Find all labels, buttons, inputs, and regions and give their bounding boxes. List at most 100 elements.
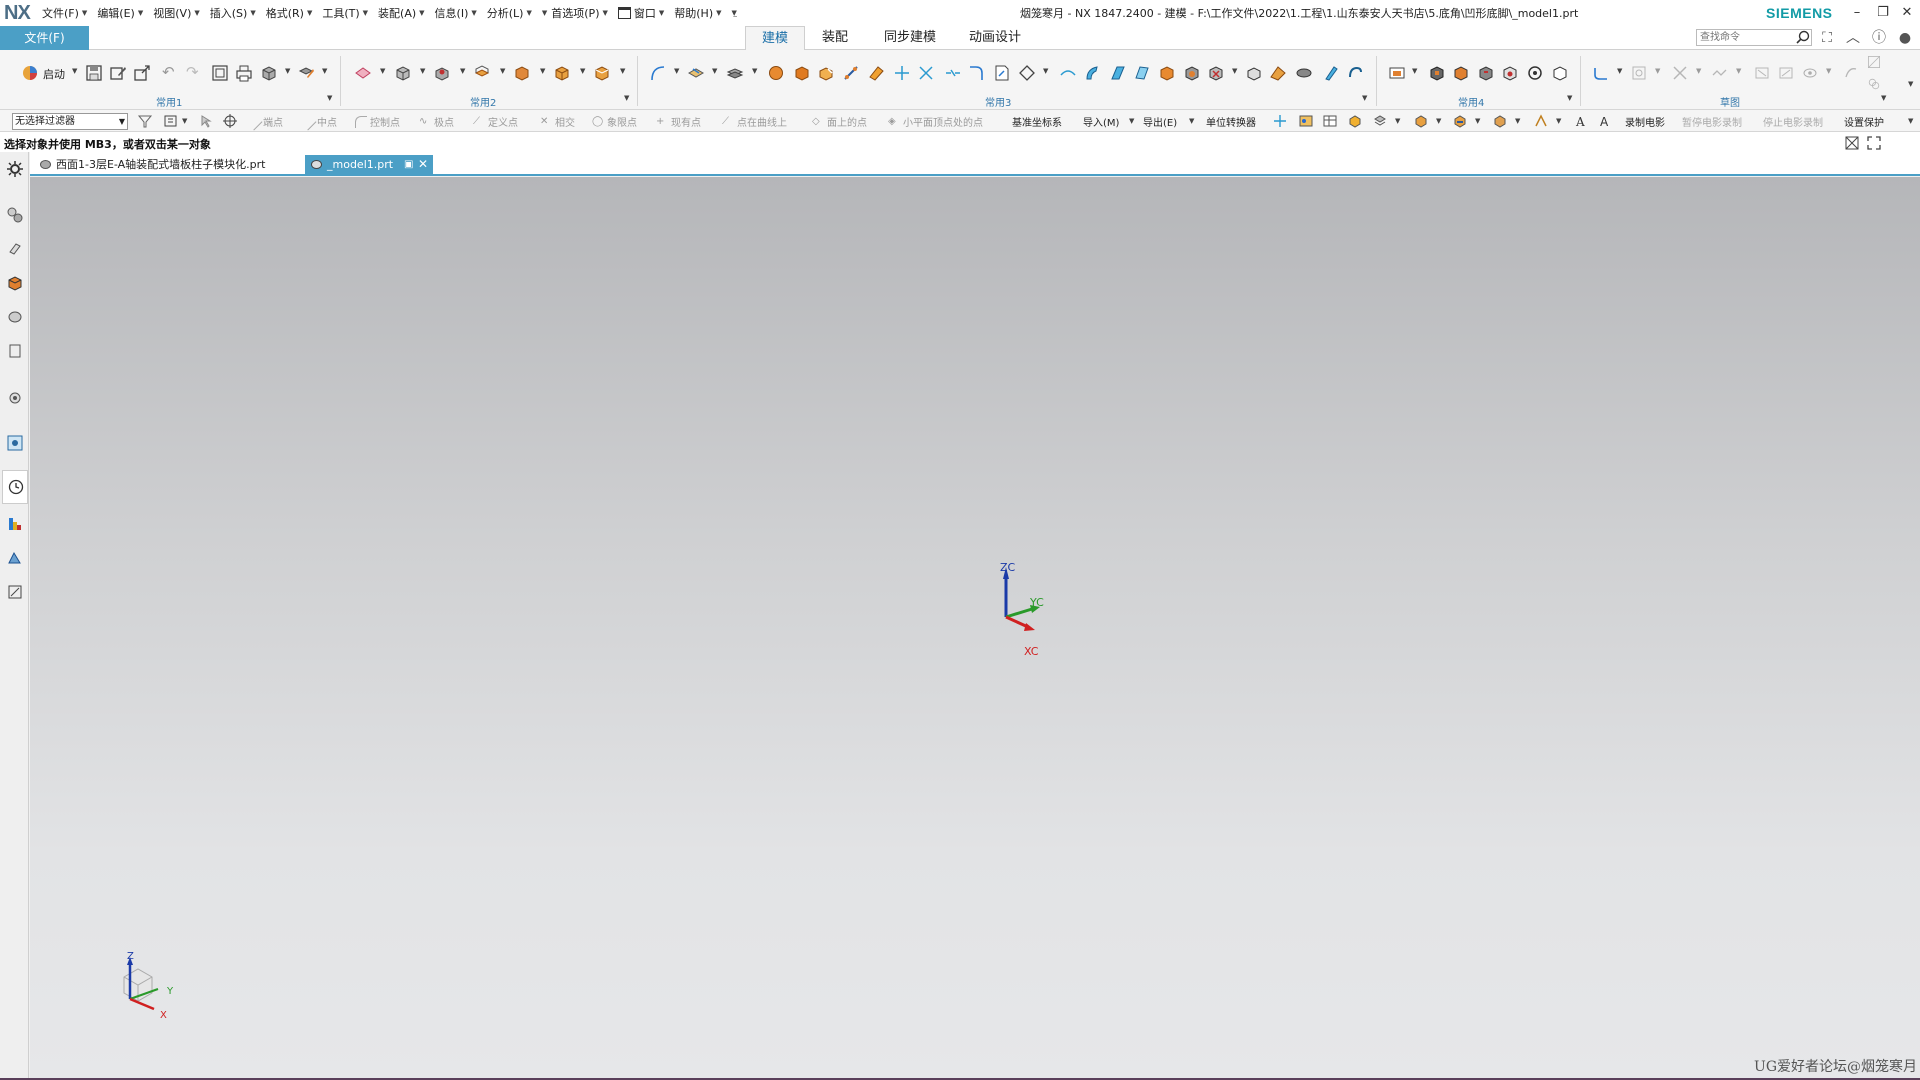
menu-insert[interactable]: 插入(S) ▼ <box>210 5 256 21</box>
snap-intersection[interactable]: ✕ 相交 <box>540 114 575 130</box>
menu-view[interactable]: 视图(V) ▼ <box>153 5 200 21</box>
sketch-extra-icon[interactable] <box>1841 63 1861 83</box>
reference-set-icon[interactable] <box>1550 63 1570 83</box>
sketch-icon[interactable] <box>992 63 1012 83</box>
edit-object-display-icon[interactable] <box>296 63 316 83</box>
point-icon[interactable] <box>1272 113 1288 129</box>
pause-movie-button[interactable]: 暂停电影录制 <box>1682 114 1742 129</box>
group-expand-icon[interactable]: ▼ <box>624 94 629 102</box>
type-filter-select[interactable]: 无选择过滤器 ▼ <box>12 113 128 130</box>
chevron-down-icon[interactable]: ▼ <box>1129 117 1134 125</box>
cylinder-icon[interactable] <box>792 63 812 83</box>
gear-icon[interactable] <box>6 160 24 178</box>
trim-body-icon[interactable] <box>866 63 886 83</box>
translucency-icon[interactable] <box>1452 113 1468 129</box>
graphics-window[interactable]: ZC YC XC Z Y X UG爱好者论坛@烟笼寒月 <box>30 177 1920 1078</box>
close-window-button[interactable]: ✕ <box>1896 3 1918 23</box>
chevron-down-icon[interactable]: ▼ <box>182 117 187 125</box>
block-icon[interactable] <box>393 63 413 83</box>
assembly-icon[interactable] <box>1387 63 1407 83</box>
sketch-rectangle-icon[interactable] <box>1629 63 1649 83</box>
import-button[interactable]: 导入(M) <box>1083 114 1119 129</box>
body-color-icon[interactable] <box>1492 113 1508 129</box>
chevron-down-icon[interactable]: ▼ <box>1655 67 1660 75</box>
save-as-icon[interactable] <box>108 63 128 83</box>
component-icon[interactable] <box>1427 63 1447 83</box>
quick-trim-icon[interactable] <box>1670 63 1690 83</box>
edit-display-icon[interactable] <box>1372 113 1388 129</box>
chevron-down-icon[interactable]: ▼ <box>752 67 757 75</box>
start-icon[interactable] <box>20 63 40 83</box>
snap-defining-point[interactable]: ⟋ 定义点 <box>473 114 518 130</box>
shadow-outline-icon[interactable] <box>1244 63 1264 83</box>
menu-tools[interactable]: 工具(T) ▼ <box>322 5 368 21</box>
explode-view-icon[interactable] <box>1525 63 1545 83</box>
constraint-navigator-icon[interactable] <box>6 240 24 258</box>
table-icon[interactable] <box>1322 113 1338 129</box>
text-color-icon[interactable]: A <box>1598 113 1614 129</box>
sketch-constraint-icon[interactable] <box>1710 63 1730 83</box>
collapse-ribbon-icon[interactable]: ︿ <box>1844 29 1862 47</box>
chevron-down-icon[interactable]: ▼ <box>1696 67 1701 75</box>
chevron-down-icon[interactable]: ▼ <box>322 67 327 75</box>
mirror-feature-icon[interactable] <box>1206 63 1226 83</box>
snap-existing-point[interactable]: + 现有点 <box>656 114 701 130</box>
bridge-curve-icon[interactable] <box>1058 63 1078 83</box>
ruled-surface-icon[interactable] <box>1132 63 1152 83</box>
diamond-icon[interactable] <box>1017 63 1037 83</box>
menu-format[interactable]: 格式(R) ▼ <box>266 5 313 21</box>
user-icon[interactable]: ● <box>1896 29 1914 47</box>
view-triad-icon[interactable] <box>1844 135 1860 151</box>
box-feature-icon[interactable] <box>1157 63 1177 83</box>
hd3d-tools-icon[interactable] <box>6 342 24 360</box>
chevron-down-icon[interactable]: ▼ <box>1475 117 1480 125</box>
menu-info[interactable]: 信息(I) ▼ <box>435 5 477 21</box>
chevron-down-icon[interactable]: ▼ <box>580 67 585 75</box>
chevron-down-icon[interactable]: ▼ <box>1189 117 1194 125</box>
chevron-down-icon[interactable]: ▼ <box>1043 67 1048 75</box>
resource-tab-active[interactable] <box>2 470 28 504</box>
menu-window[interactable]: 窗口 ▼ <box>617 5 664 21</box>
roles-icon[interactable] <box>6 583 24 601</box>
chevron-down-icon[interactable]: ▼ <box>1617 67 1622 75</box>
menu-file[interactable]: 文件(F) ▼ <box>42 5 87 21</box>
intersection-curve-icon[interactable] <box>916 63 936 83</box>
sweep-icon[interactable] <box>1082 63 1102 83</box>
chevron-down-icon[interactable]: ▼ <box>1736 67 1741 75</box>
sketch-offset-icon[interactable] <box>1776 63 1796 83</box>
command-search-input[interactable] <box>1696 29 1812 46</box>
snap-endpoint[interactable]: 端点 <box>245 113 283 130</box>
show-hide-icon[interactable] <box>1413 113 1429 129</box>
record-movie-button[interactable]: 录制电影 <box>1625 114 1665 129</box>
web-browser-icon[interactable] <box>6 389 24 407</box>
snap-point-on-face[interactable]: ◇ 面上的点 <box>812 114 867 130</box>
chevron-down-icon[interactable]: ▼ <box>72 67 77 75</box>
group-expand-icon[interactable]: ▼ <box>1362 94 1367 102</box>
undo-icon[interactable]: ↶ <box>162 63 175 81</box>
section-view-icon[interactable] <box>1268 63 1288 83</box>
part-navigator-icon[interactable] <box>6 274 24 292</box>
offset-face-icon[interactable] <box>725 63 745 83</box>
sketch-curve-icon[interactable] <box>1591 63 1611 83</box>
move-component-icon[interactable] <box>1476 63 1496 83</box>
group-expand-icon[interactable]: ▼ <box>1881 94 1886 102</box>
menu-edit[interactable]: 编辑(E) ▼ <box>97 5 143 21</box>
chamfer-icon[interactable] <box>816 63 836 83</box>
assembly-navigator-icon[interactable] <box>6 206 24 224</box>
chevron-down-icon[interactable]: ▼ <box>500 67 505 75</box>
thread-icon[interactable] <box>841 63 861 83</box>
datum-csys-button[interactable]: 基准坐标系 <box>1012 114 1062 129</box>
minimize-button[interactable]: – <box>1846 3 1868 23</box>
tab-pin-icon[interactable]: ▣ <box>404 155 413 174</box>
tab-assembly[interactable]: 装配 <box>805 26 865 50</box>
sketch-relations-icon[interactable] <box>1866 54 1882 70</box>
tab-synchronous-modeling[interactable]: 同步建模 <box>870 26 950 50</box>
maximize-view-icon[interactable] <box>1866 135 1882 151</box>
annotation-icon[interactable] <box>1533 113 1549 129</box>
sketch-dimension-icon[interactable] <box>1752 63 1772 83</box>
snap-point-on-curve[interactable]: ⟋ 点在曲线上 <box>722 114 787 130</box>
project-curve-icon[interactable] <box>686 63 706 83</box>
chevron-down-icon[interactable]: ▼ <box>540 67 545 75</box>
unit-converter-button[interactable]: 单位转换器 <box>1206 114 1256 129</box>
menu-assembly[interactable]: 装配(A) ▼ <box>378 5 425 21</box>
